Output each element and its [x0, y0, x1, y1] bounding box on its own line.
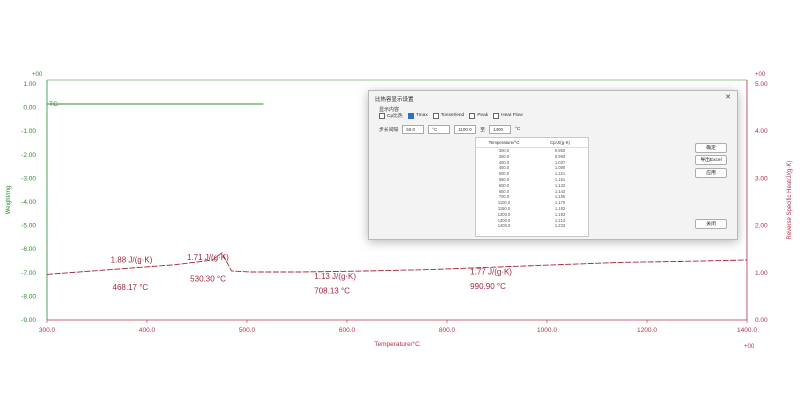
y-tick-label-left: -2.00: [21, 152, 36, 159]
range-unit: °C: [515, 127, 521, 132]
x-tick-label: 1200.0: [637, 327, 657, 334]
checkbox[interactable]: [432, 112, 439, 119]
close-icon[interactable]: ✕: [725, 93, 731, 101]
y-tick-label-left: 1.00: [23, 81, 36, 88]
table-cell: 1.233: [554, 223, 566, 229]
apply-button[interactable]: 应用: [695, 168, 727, 178]
option-label: Cp比热: [387, 114, 403, 119]
option-label: Tonset/end: [440, 113, 465, 118]
y-tick-label-left: -7.00: [21, 270, 36, 277]
annotation-label: 1.77 J/(g·K): [470, 267, 512, 276]
annotation-label: 1.13 J/(g·K): [314, 272, 356, 281]
annotation-label: 530.30 °C: [190, 275, 226, 284]
x-tick-label: 1400.0: [737, 327, 757, 334]
display-options: Cp比热 Tmax Tonset/end Peak Heat Flow: [379, 112, 523, 119]
annotation-label: 1.71 J/(g·K): [187, 253, 229, 262]
x-tick-label: 400.0: [139, 327, 156, 334]
option-tmax[interactable]: Tmax: [407, 112, 428, 119]
ok-button[interactable]: 确定: [695, 143, 727, 153]
dialog-title: 比热容显示设置: [375, 97, 414, 103]
range-label: 至: [480, 128, 486, 133]
x-tick-label: 800.0: [439, 327, 456, 334]
y-tick-label-left: -9.00: [21, 317, 36, 324]
y-tick-label-right: 5.00: [755, 81, 768, 88]
checkbox[interactable]: [407, 112, 414, 119]
annotation-label: 1.88 J/(g·K): [111, 255, 153, 264]
x-tick-label: 600.0: [339, 327, 356, 334]
table-row[interactable]: 1400.0 1.233: [476, 223, 588, 229]
corner-top-right: +00: [755, 72, 766, 78]
corner-bottom-right: +00: [744, 344, 755, 350]
y-tick-label-left: -3.00: [21, 175, 36, 182]
y-tick-label-left: -1.00: [21, 128, 36, 135]
option-cp[interactable]: Cp比热: [379, 112, 403, 119]
annotation-label: 708.13 °C: [314, 287, 350, 296]
table-body: 300.0 0.950 350.0 0.993 400.0 1.037 450.0 1.080…: [476, 148, 588, 229]
y-tick-label-left: -4.00: [21, 199, 36, 206]
annotation-label: 990.90 °C: [470, 282, 506, 291]
option-peak[interactable]: Peak: [469, 112, 488, 119]
close-button[interactable]: 关闭: [695, 219, 727, 229]
annotation-label: 468.17 °C: [113, 283, 149, 292]
option-heatflow[interactable]: Heat Flow: [493, 112, 523, 119]
corner-top-left: +00: [32, 72, 43, 78]
x-tick-label: 500.0: [239, 327, 256, 334]
option-label: Peak: [477, 113, 489, 118]
y-tick-label-right: 1.00: [755, 270, 768, 277]
y-tick-label-left: -6.00: [21, 246, 36, 253]
option-label: Heat Flow: [501, 113, 523, 118]
cp-settings-dialog: 比热容显示设置 ✕ 显示内容 Cp比热 Tmax Tonset/end Peak…: [368, 90, 738, 240]
y-axis-title-left: Weight/mg: [6, 186, 12, 215]
range-to-input[interactable]: 1400: [489, 125, 512, 134]
option-label: Tmax: [415, 113, 428, 118]
step-label: 步长间隔: [379, 128, 399, 133]
x-tick-label: 300.0: [39, 327, 56, 334]
cp-table[interactable]: Temperature/°C Cp/J/(g·K) 300.0 0.950 350.…: [475, 137, 589, 237]
y-tick-label-left: -5.00: [21, 223, 36, 230]
step-controls: 步长间隔 50.0 °C 1100.0 至 1400 °C: [379, 125, 520, 134]
y-tick-label-right: 2.00: [755, 223, 768, 230]
y-axis-title-right: Reverse Specific Heat/J/(g·K): [787, 160, 793, 239]
step-input[interactable]: 50.0: [402, 125, 425, 134]
y-tick-label-right: 0.00: [755, 317, 768, 324]
col-header-cp: Cp/J/(g·K): [549, 140, 570, 145]
export-excel-button[interactable]: 导出Excel: [695, 155, 727, 165]
table-cell: 1400.0: [497, 223, 511, 229]
x-axis-title: Temperature/°C: [374, 340, 420, 348]
legend-tg: TG: [49, 101, 58, 108]
step-unit-select[interactable]: °C: [428, 125, 451, 134]
y-tick-label-right: 4.00: [755, 128, 768, 135]
table-header: Temperature/°C Cp/J/(g·K): [476, 138, 588, 148]
y-tick-label-left: 0.00: [23, 105, 36, 112]
option-tonset[interactable]: Tonset/end: [432, 112, 465, 119]
range-from-input[interactable]: 1100.0: [454, 125, 477, 134]
checkbox[interactable]: [379, 112, 385, 119]
x-tick-label: 1000.0: [537, 327, 557, 334]
col-header-temperature: Temperature/°C: [488, 140, 520, 145]
checkbox[interactable]: [493, 112, 500, 119]
checkbox[interactable]: [469, 112, 476, 119]
y-tick-label-left: -8.00: [21, 293, 36, 300]
y-tick-label-right: 3.00: [755, 175, 768, 182]
